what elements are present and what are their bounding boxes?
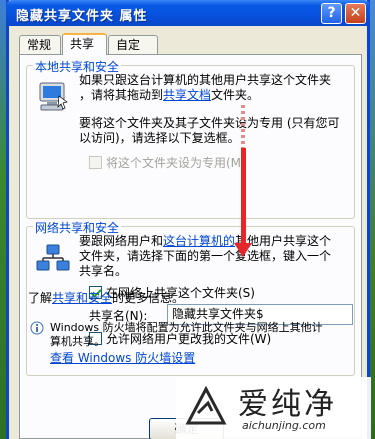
local-text-line-1: 如果只跟这台计算机的其他用户共享这个文件夹 — [79, 73, 332, 87]
local-text-line-2b: 文件夹。 — [211, 88, 260, 102]
network-text-line-1a: 要跟网络用户和 — [79, 234, 164, 248]
firewall-info-line-2: 算机共享。 — [50, 335, 105, 348]
network-info-text: 要跟网络用户和这台计算机的其他用户共享这个 文件夹，请选择下面的第一个复选框，键… — [79, 234, 331, 279]
shared-documents-link[interactable]: 共享文档 — [163, 88, 211, 102]
firewall-info-text: Windows 防火墙将配置为允许此文件夹与网络上其他计 算机共享。 — [50, 321, 323, 349]
info-icon — [30, 321, 44, 335]
annotation-arrow-head — [234, 243, 252, 257]
network-icon — [36, 244, 70, 271]
make-private-box[interactable] — [89, 156, 102, 169]
firewall-info-line-1: Windows 防火墙将配置为允许此文件夹与网络上其他计 — [50, 321, 323, 334]
network-text-line-2: 文件夹，请选择下面的第一个复选框，键入一个 — [79, 249, 332, 263]
make-private-label: 将这个文件夹设为专用(M) — [106, 156, 246, 170]
annotation-arrow — [241, 148, 246, 250]
network-text-line-1: 要跟网络用户和这台计算机的其他用户共享这个 — [79, 234, 331, 249]
make-private-checkbox[interactable]: 将这个文件夹设为专用(M) — [89, 154, 246, 171]
annotation-dotted-line — [241, 105, 245, 150]
local-text-line-2: ，请将其拖动到共享文档文件夹。 — [79, 88, 331, 103]
firewall-settings-link[interactable]: 查看 Windows 防火墙设置 — [50, 351, 195, 366]
local-sharing-group: 本地共享和安全 如果只跟这台计算机的其他用户共享这个文件夹 ，请将其拖动到共享文… — [26, 58, 355, 219]
close-button[interactable]: ✕ — [345, 3, 366, 24]
private-text-line-1: 要将这个文件夹及其子文件夹设为专用 (只有您可 — [79, 116, 340, 130]
this-computer-link[interactable]: 这台计算机的 — [163, 234, 235, 248]
local-info-text-1: 如果只跟这台计算机的其他用户共享这个文件夹 ，请将其拖动到共享文档文件夹。 — [79, 73, 331, 103]
local-info-text-2: 要将这个文件夹及其子文件夹设为专用 (只有您可 以访问)，请选择以下复选框。 — [79, 116, 340, 146]
watermark-en: aichunjing.com — [242, 419, 326, 432]
network-text-line-3: 共享名。 — [79, 264, 128, 278]
watermark-cn: 爱纯净 — [238, 387, 337, 422]
tab-customize[interactable]: 自定义 — [108, 35, 158, 70]
watermark-logo-icon — [185, 385, 227, 425]
learn-more-suffix: 的更多信息。 — [112, 291, 185, 305]
watermark: 爱纯净 aichunjing.com — [176, 377, 371, 439]
sharing-security-link[interactable]: 共享和安全 — [52, 291, 112, 305]
learn-more-text: 了解共享和安全的更多信息。 — [28, 291, 184, 306]
local-text-line-2a: ，请将其拖动到 — [79, 88, 164, 102]
properties-dialog: 隐藏共享文件夹 属性 ? ✕ 常规 共享 自定义 本地共享和安全 如果只跟这台计… — [6, 0, 370, 439]
computer-icon — [39, 82, 68, 111]
title-bar[interactable]: 隐藏共享文件夹 属性 ? ✕ — [6, 0, 370, 26]
help-button[interactable]: ? — [321, 3, 342, 24]
tab-general[interactable]: 常规 — [19, 35, 61, 54]
window-title: 隐藏共享文件夹 属性 — [16, 9, 148, 24]
tab-sharing[interactable]: 共享 — [62, 33, 107, 55]
private-text-line-2: 以访问)，请选择以下复选框。 — [79, 131, 240, 145]
learn-more-prefix: 了解 — [28, 291, 53, 305]
